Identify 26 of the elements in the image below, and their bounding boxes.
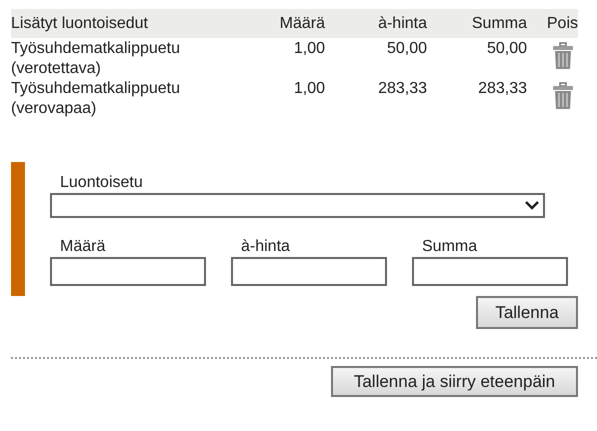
input-field[interactable] <box>50 257 206 286</box>
field-label: Summa <box>422 237 478 257</box>
trash-icon[interactable] <box>552 42 574 70</box>
quantity-cell-text: 1,00 <box>292 39 325 59</box>
field-label: Luontoisetu <box>60 173 144 193</box>
column-header: Pois <box>546 14 578 32</box>
input-field[interactable] <box>231 257 387 286</box>
save-button[interactable]: Tallenna <box>476 296 578 329</box>
field-label: à-hinta <box>241 237 291 257</box>
benefit-name: Työsuhdematkalippuetu (verovapaa) <box>11 79 181 119</box>
benefit-name: Työsuhdematkalippuetu (verotettava) <box>11 39 181 79</box>
trash-icon[interactable] <box>552 82 574 110</box>
sum-cell-text: 50,00 <box>486 39 527 59</box>
column-header: Lisätyt luontoisedut <box>11 14 149 32</box>
continue-button[interactable]: Tallenna ja siirry eteenpäin <box>331 366 578 397</box>
benefit-select[interactable] <box>50 193 545 218</box>
field-label: Määrä <box>60 237 106 257</box>
quantity-cell-text: 1,00 <box>292 79 325 99</box>
unit-price-cell-text: 50,00 <box>386 39 427 59</box>
column-header: à-hinta <box>377 14 427 32</box>
chevron-down-icon <box>525 201 539 210</box>
unit-price-cell-text: 283,33 <box>377 79 427 99</box>
column-header: Määrä <box>278 14 325 32</box>
sum-cell-text: 283,33 <box>477 79 527 99</box>
column-header: Summa <box>470 14 527 32</box>
input-field[interactable] <box>412 257 568 286</box>
